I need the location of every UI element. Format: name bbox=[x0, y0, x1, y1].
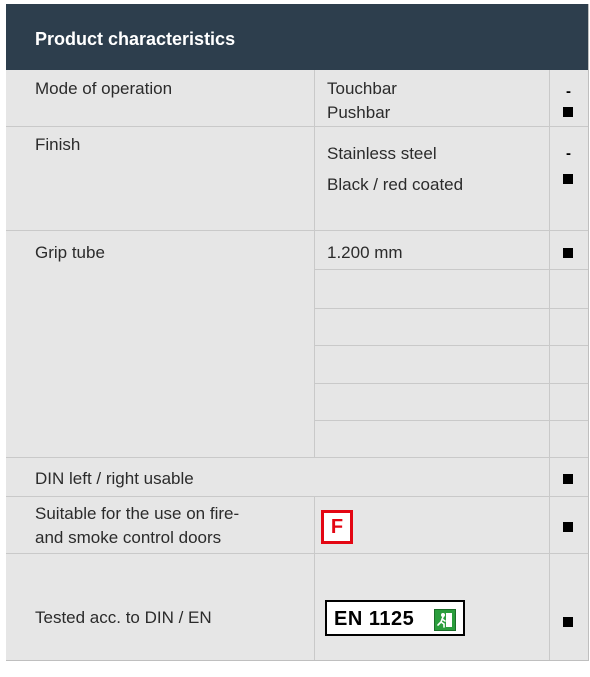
fire-door-icon: F bbox=[321, 510, 353, 544]
row-divider bbox=[314, 308, 588, 309]
fire-door-label-line2: and smoke control doors bbox=[35, 528, 222, 547]
column-divider bbox=[549, 457, 550, 496]
grip-tube-check-icon bbox=[563, 248, 573, 258]
mode-of-operation-label: Mode of operation bbox=[35, 79, 173, 98]
tested-din-en-label: Tested acc. to DIN / EN bbox=[35, 608, 212, 627]
product-characteristics-table: Product characteristics Mode of operatio… bbox=[6, 4, 589, 661]
fire-door-check-icon bbox=[563, 522, 573, 532]
mode-value-touchbar: Touchbar bbox=[327, 79, 397, 98]
fire-door-label-line1: Suitable for the use on fire- bbox=[35, 504, 240, 523]
din-usable-check-icon bbox=[563, 474, 573, 484]
finish-label: Finish bbox=[35, 135, 81, 154]
row-divider bbox=[6, 553, 588, 554]
table-title: Product characteristics bbox=[35, 29, 236, 49]
finish-value-black-red: Black / red coated bbox=[327, 175, 464, 194]
column-divider bbox=[314, 496, 315, 660]
row-divider bbox=[6, 126, 588, 127]
finish-stainless-dash: - bbox=[566, 145, 571, 162]
en-1125-badge: EN 1125 bbox=[325, 600, 465, 636]
row-divider bbox=[6, 230, 588, 231]
emergency-exit-icon bbox=[434, 609, 456, 631]
table-header: Product characteristics bbox=[6, 4, 588, 70]
tested-din-en-check-icon bbox=[563, 617, 573, 627]
mode-value-pushbar: Pushbar bbox=[327, 103, 391, 122]
grip-tube-value: 1.200 mm bbox=[327, 243, 403, 262]
row-divider bbox=[314, 345, 588, 346]
column-divider bbox=[549, 70, 550, 457]
grip-tube-label: Grip tube bbox=[35, 243, 105, 262]
mode-touchbar-dash: - bbox=[566, 83, 571, 100]
row-divider bbox=[314, 269, 588, 270]
row-divider bbox=[314, 420, 588, 421]
column-divider bbox=[549, 496, 550, 660]
finish-black-red-check-icon bbox=[563, 174, 573, 184]
mode-pushbar-check-icon bbox=[563, 107, 573, 117]
row-divider bbox=[6, 457, 588, 458]
din-usable-label: DIN left / right usable bbox=[35, 469, 194, 488]
finish-value-stainless: Stainless steel bbox=[327, 144, 437, 163]
column-divider bbox=[314, 70, 315, 457]
row-divider bbox=[6, 496, 588, 497]
row-divider bbox=[314, 383, 588, 384]
fire-door-badge-text: F bbox=[330, 516, 344, 538]
en-1125-badge-text: EN 1125 bbox=[334, 608, 415, 630]
